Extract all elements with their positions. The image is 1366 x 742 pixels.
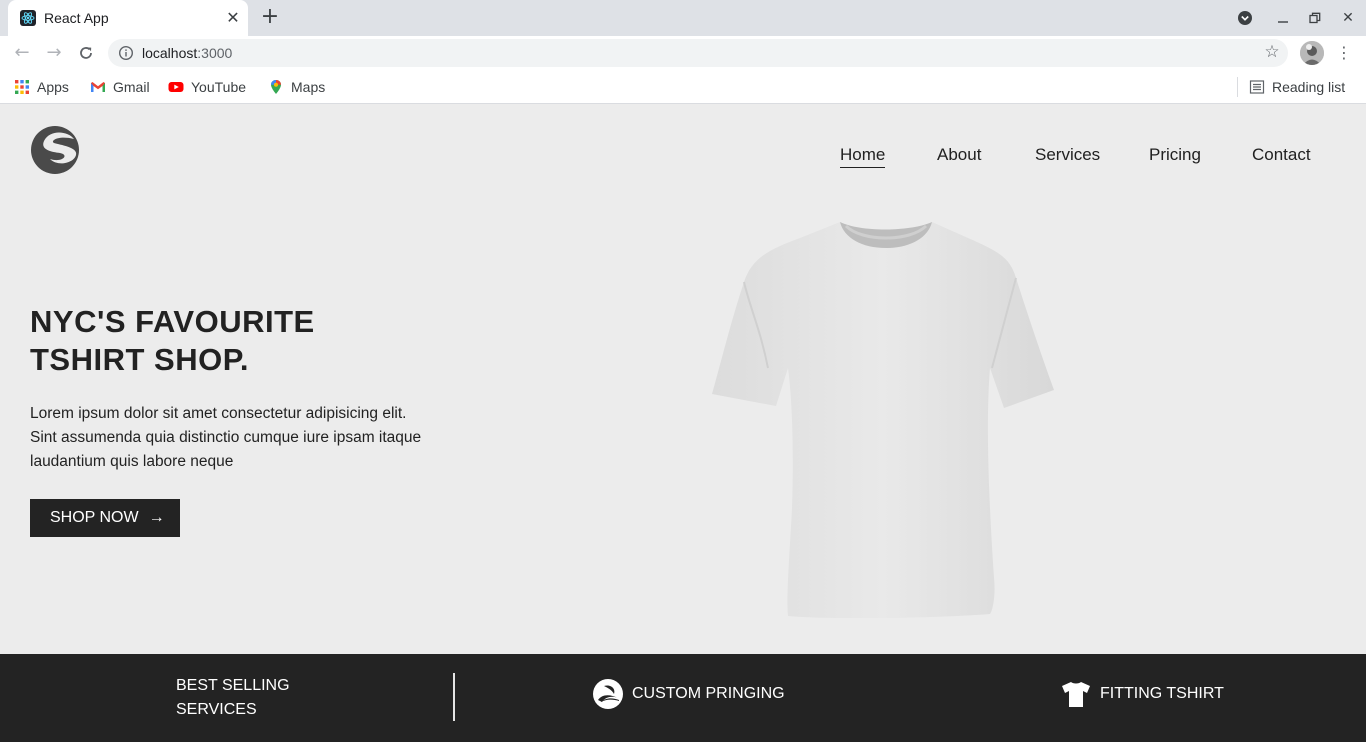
tab-strip: React App ✕ + ✕ (0, 0, 1366, 36)
nav-pricing-link[interactable]: Pricing (1149, 145, 1201, 165)
bookmark-label: Apps (37, 79, 69, 95)
bookmark-gmail[interactable]: Gmail (90, 77, 150, 97)
address-bar[interactable]: localhost:3000 ☆ (108, 39, 1288, 67)
reading-list-button[interactable]: Reading list (1249, 77, 1345, 97)
features-strip: BEST SELLING SERVICES CUSTOM PRINGING FI… (0, 654, 1366, 742)
profile-avatar[interactable] (1300, 41, 1324, 65)
custom-printing-icon (592, 678, 624, 710)
shop-now-label: SHOP NOW (50, 509, 139, 526)
url-port: :3000 (197, 45, 233, 61)
more-menu-icon[interactable]: ⋮ (1336, 42, 1352, 64)
feature-fitting-tshirt: FITTING TSHIRT (1060, 678, 1224, 710)
forward-arrow-icon[interactable]: → (42, 41, 66, 65)
tab-close-icon[interactable]: ✕ (223, 8, 243, 28)
feature-best-selling-line2: SERVICES (176, 701, 257, 718)
hero-description: Lorem ipsum dolor sit amet consectetur a… (30, 405, 422, 470)
tshirt-image (710, 218, 1056, 619)
reading-list-icon (1249, 79, 1265, 95)
tab-title: React App (44, 10, 109, 26)
youtube-icon (168, 79, 184, 95)
feature-fitting-tshirt-label: FITTING TSHIRT (1100, 685, 1224, 702)
new-tab-plus-icon[interactable]: + (258, 6, 282, 30)
reading-list-label: Reading list (1272, 79, 1346, 95)
react-icon (20, 10, 36, 26)
url-host: localhost (142, 45, 198, 61)
back-arrow-icon[interactable]: ← (10, 41, 34, 65)
bookmark-star-icon[interactable]: ☆ (1262, 42, 1282, 62)
tab-search-icon[interactable] (1235, 8, 1255, 28)
apps-grid-icon (14, 79, 30, 95)
bookmark-label: YouTube (191, 79, 247, 95)
nav-about-link[interactable]: About (937, 145, 981, 165)
feature-custom-printing: CUSTOM PRINGING (592, 678, 785, 710)
site-info-icon[interactable] (118, 45, 134, 61)
hero-title-line1: NYC'S FAVOURITE (30, 304, 315, 339)
features-divider (453, 673, 455, 721)
nav-contact-link[interactable]: Contact (1252, 145, 1311, 165)
arrow-right-icon: → (148, 509, 165, 526)
feature-best-selling-line1: BEST SELLING (176, 677, 290, 694)
hero-title: NYC'S FAVOURITE TSHIRT SHOP. (30, 303, 430, 379)
bookmark-maps[interactable]: Maps (268, 77, 325, 97)
bookmark-label: Gmail (113, 79, 150, 95)
shop-now-button[interactable]: SHOP NOW → (30, 499, 180, 537)
maps-icon (268, 79, 284, 95)
minimize-icon[interactable] (1273, 8, 1293, 28)
feature-custom-printing-label: CUSTOM PRINGING (632, 685, 785, 702)
nav-home-link[interactable]: Home (840, 145, 886, 168)
hero-title-line2: TSHIRT SHOP. (30, 342, 250, 377)
bookmarks-divider (1237, 77, 1238, 97)
url-text: localhost:3000 (142, 45, 232, 61)
bookmarks-bar: Apps Gmail YouTube Maps Reading list (0, 70, 1366, 104)
page: Home About Services Pricing Contact NYC'… (0, 105, 1366, 742)
window-close-icon[interactable]: ✕ (1338, 8, 1358, 28)
bookmark-apps[interactable]: Apps (14, 77, 69, 97)
restore-icon[interactable] (1305, 8, 1325, 28)
reload-icon[interactable] (74, 41, 98, 65)
browser-toolbar: ← → localhost:3000 ☆ (0, 36, 1366, 70)
tshirt-icon (1060, 678, 1092, 710)
bookmark-youtube[interactable]: YouTube (168, 77, 246, 97)
bookmark-label: Maps (291, 79, 326, 95)
browser-tab[interactable]: React App ✕ (8, 0, 248, 36)
gmail-icon (90, 79, 106, 95)
site-logo[interactable] (30, 125, 80, 175)
nav-services-link[interactable]: Services (1035, 145, 1100, 165)
feature-best-selling: BEST SELLING SERVICES (176, 674, 290, 722)
